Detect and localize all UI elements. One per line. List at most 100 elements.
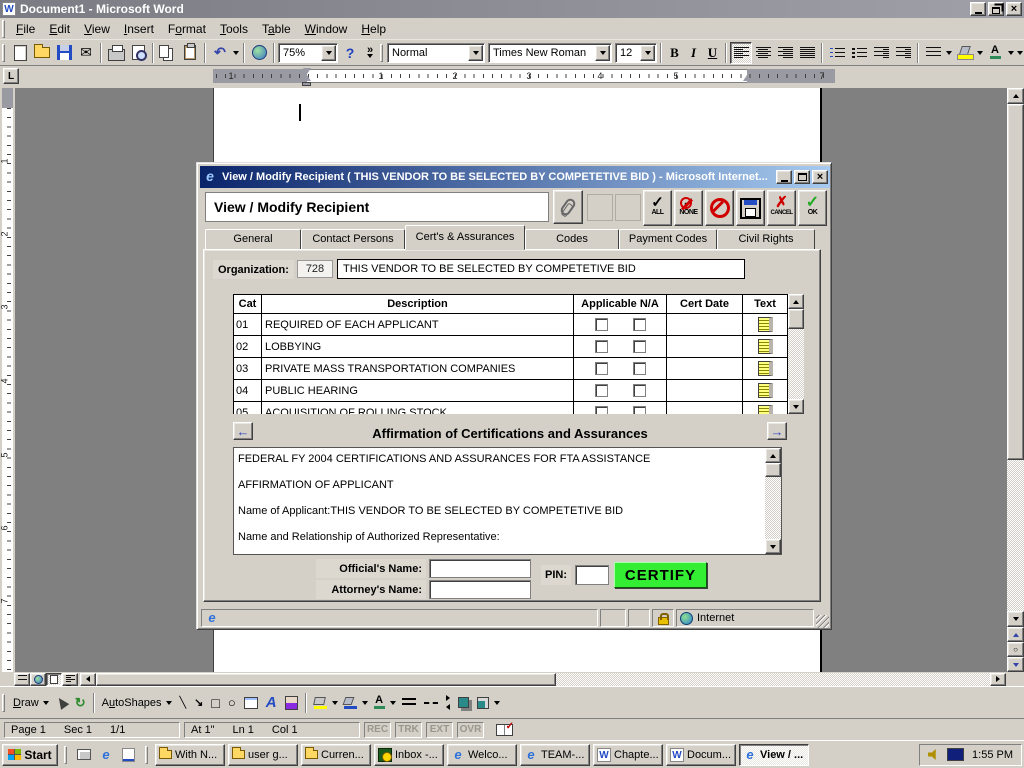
line-color-button[interactable] bbox=[340, 692, 361, 714]
hscrollbar-track[interactable] bbox=[556, 673, 990, 686]
help-button[interactable]: ? bbox=[338, 42, 362, 64]
print-button[interactable] bbox=[105, 42, 127, 64]
fill-color-dropdown[interactable] bbox=[331, 693, 340, 713]
justify-button[interactable] bbox=[796, 42, 818, 64]
scrollbar-track[interactable] bbox=[788, 329, 804, 399]
style-dropdown-button[interactable] bbox=[468, 45, 483, 61]
previous-page-button[interactable] bbox=[1007, 627, 1024, 642]
resize-grip[interactable] bbox=[816, 615, 829, 628]
tab-codes[interactable]: Codes bbox=[525, 229, 619, 250]
menu-edit[interactable]: Edit bbox=[42, 19, 77, 39]
taskband-grip[interactable] bbox=[145, 746, 148, 764]
style-combobox[interactable]: Normal bbox=[387, 43, 485, 63]
line-color-dropdown[interactable] bbox=[361, 693, 370, 713]
threed-button[interactable] bbox=[473, 692, 493, 714]
menu-tools[interactable]: Tools bbox=[213, 19, 255, 39]
copy-button[interactable] bbox=[157, 42, 179, 64]
text-notes-icon[interactable] bbox=[758, 317, 773, 332]
applicable-checkbox[interactable] bbox=[595, 318, 608, 331]
draw-font-color-button[interactable]: A bbox=[370, 692, 389, 714]
align-right-button[interactable] bbox=[774, 42, 796, 64]
na-checkbox[interactable] bbox=[633, 362, 646, 375]
borders-dropdown[interactable] bbox=[944, 43, 953, 63]
ie-minimize-button[interactable] bbox=[776, 170, 792, 184]
print-preview-button[interactable] bbox=[127, 42, 149, 64]
tab-payment-codes[interactable]: Payment Codes bbox=[619, 229, 717, 250]
task-curren[interactable]: Curren... bbox=[301, 744, 371, 766]
restore-button[interactable] bbox=[988, 2, 1004, 16]
menu-help[interactable]: Help bbox=[354, 19, 393, 39]
hanging-indent-marker[interactable] bbox=[303, 75, 311, 81]
underline-button[interactable]: U bbox=[703, 42, 722, 64]
vertical-scrollbar[interactable]: ○ bbox=[1007, 88, 1024, 672]
new-document-button[interactable] bbox=[9, 42, 31, 64]
quicklaunch-grip[interactable] bbox=[64, 746, 67, 764]
text-box-button[interactable] bbox=[240, 692, 262, 714]
check-none-button[interactable]: ✓ NONE bbox=[674, 190, 703, 226]
undo-button[interactable]: ↶ bbox=[209, 42, 231, 64]
task-user-g[interactable]: user g... bbox=[228, 744, 298, 766]
font-size-combobox[interactable]: 12 bbox=[615, 43, 657, 63]
table-scrollbar[interactable] bbox=[788, 294, 804, 414]
volume-icon[interactable] bbox=[928, 749, 939, 760]
first-line-indent-marker[interactable] bbox=[303, 68, 311, 74]
normal-view-button[interactable] bbox=[14, 673, 30, 686]
attachments-button[interactable] bbox=[553, 190, 583, 224]
increase-indent-button[interactable] bbox=[892, 42, 914, 64]
scrollbar-thumb[interactable] bbox=[1007, 104, 1024, 460]
left-indent-marker[interactable] bbox=[302, 82, 311, 86]
ie-close-button[interactable]: × bbox=[812, 170, 828, 184]
clock[interactable]: 1:55 PM bbox=[972, 749, 1013, 761]
select-objects-button[interactable] bbox=[53, 692, 71, 714]
next-page-button[interactable] bbox=[1007, 657, 1024, 672]
cancel-button[interactable]: ✗ CANCEL bbox=[767, 190, 796, 226]
scrollbar-thumb[interactable] bbox=[788, 309, 804, 329]
text-notes-icon[interactable] bbox=[758, 361, 773, 376]
line-tool-button[interactable]: ╲ bbox=[176, 692, 191, 714]
free-rotate-button[interactable]: ↻ bbox=[71, 692, 90, 714]
text-notes-icon[interactable] bbox=[758, 339, 773, 354]
arrow-tool-button[interactable]: ↘ bbox=[190, 692, 207, 714]
launch-mail-icon[interactable] bbox=[119, 746, 137, 764]
borders-button[interactable] bbox=[922, 42, 944, 64]
task-with-n[interactable]: With N... bbox=[155, 744, 225, 766]
autoshapes-menu-button[interactable]: AutoShapes bbox=[98, 692, 176, 714]
undo-dropdown[interactable] bbox=[231, 43, 240, 63]
menubar-grip[interactable] bbox=[2, 20, 5, 38]
tab-general[interactable]: General bbox=[205, 229, 301, 250]
insert-hyperlink-button[interactable] bbox=[248, 42, 270, 64]
shadow-button[interactable] bbox=[454, 692, 473, 714]
status-ovr-mode[interactable]: OVR bbox=[457, 722, 484, 738]
zoom-dropdown-button[interactable] bbox=[321, 45, 336, 61]
dash-style-button[interactable] bbox=[420, 692, 442, 714]
clip-art-button[interactable] bbox=[281, 692, 302, 714]
bullet-list-button[interactable] bbox=[848, 42, 870, 64]
scroll-down-button[interactable] bbox=[788, 399, 804, 414]
font-combobox[interactable]: Times New Roman bbox=[488, 43, 612, 63]
toolbar-options-chevron[interactable]: » bbox=[362, 42, 378, 64]
menu-view[interactable]: View bbox=[77, 19, 117, 39]
wordart-button[interactable]: A bbox=[262, 692, 281, 714]
oval-tool-button[interactable]: ○ bbox=[224, 692, 240, 714]
highlight-button[interactable] bbox=[953, 42, 975, 64]
check-all-button[interactable]: ✓ ALL bbox=[643, 190, 672, 226]
scroll-left-button[interactable] bbox=[80, 673, 96, 686]
align-center-button[interactable] bbox=[752, 42, 774, 64]
zoom-combobox[interactable]: 75% bbox=[278, 43, 338, 63]
organization-name-field[interactable]: THIS VENDOR TO BE SELECTED BY COMPETETIV… bbox=[337, 259, 745, 279]
menu-window[interactable]: Window bbox=[298, 19, 355, 39]
line-style-button[interactable] bbox=[398, 692, 420, 714]
menu-insert[interactable]: Insert bbox=[117, 19, 161, 39]
rectangle-tool-button[interactable]: □ bbox=[207, 692, 223, 714]
outline-view-button[interactable] bbox=[62, 673, 78, 686]
task-inbox[interactable]: Inbox -... bbox=[374, 744, 444, 766]
font-color-button[interactable]: A bbox=[984, 42, 1006, 64]
save-button[interactable] bbox=[53, 42, 75, 64]
select-browse-object-button[interactable]: ○ bbox=[1007, 642, 1024, 657]
italic-button[interactable]: I bbox=[684, 42, 703, 64]
ok-button[interactable]: ✓ OK bbox=[798, 190, 827, 226]
highlight-dropdown[interactable] bbox=[975, 43, 984, 63]
tab-civil-rights[interactable]: Civil Rights bbox=[717, 229, 815, 250]
show-desktop-icon[interactable] bbox=[75, 746, 93, 764]
task-chapte[interactable]: WChapte... bbox=[593, 744, 663, 766]
